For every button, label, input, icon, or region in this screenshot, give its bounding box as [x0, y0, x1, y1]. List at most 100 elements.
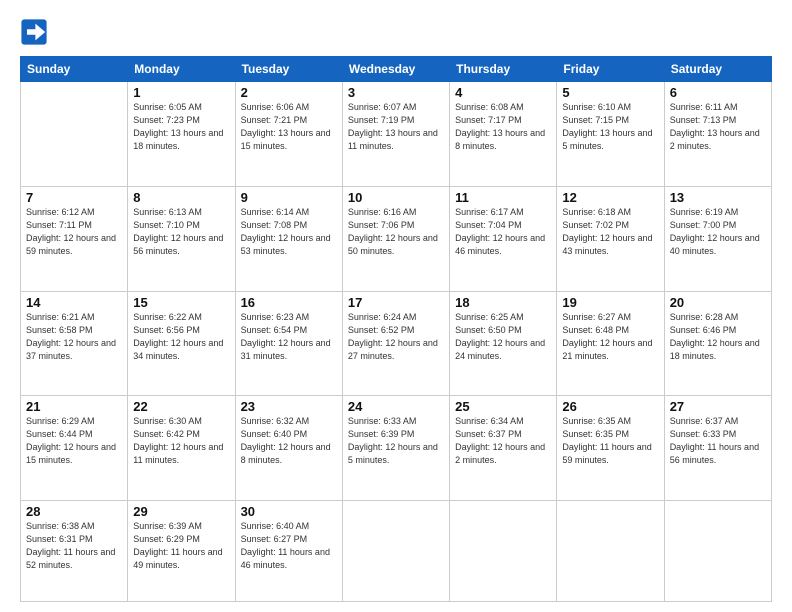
calendar-cell: 19Sunrise: 6:27 AMSunset: 6:48 PMDayligh…	[557, 291, 664, 396]
day-number: 12	[562, 190, 658, 205]
calendar-cell: 27Sunrise: 6:37 AMSunset: 6:33 PMDayligh…	[664, 396, 771, 501]
day-number: 24	[348, 399, 444, 414]
calendar-cell	[21, 82, 128, 187]
day-info: Sunrise: 6:25 AMSunset: 6:50 PMDaylight:…	[455, 311, 551, 363]
day-info: Sunrise: 6:08 AMSunset: 7:17 PMDaylight:…	[455, 101, 551, 153]
day-info: Sunrise: 6:22 AMSunset: 6:56 PMDaylight:…	[133, 311, 229, 363]
day-info: Sunrise: 6:34 AMSunset: 6:37 PMDaylight:…	[455, 415, 551, 467]
day-number: 28	[26, 504, 122, 519]
calendar-cell: 17Sunrise: 6:24 AMSunset: 6:52 PMDayligh…	[342, 291, 449, 396]
calendar-cell: 30Sunrise: 6:40 AMSunset: 6:27 PMDayligh…	[235, 501, 342, 602]
calendar-cell: 18Sunrise: 6:25 AMSunset: 6:50 PMDayligh…	[450, 291, 557, 396]
day-number: 29	[133, 504, 229, 519]
day-info: Sunrise: 6:06 AMSunset: 7:21 PMDaylight:…	[241, 101, 337, 153]
day-info: Sunrise: 6:14 AMSunset: 7:08 PMDaylight:…	[241, 206, 337, 258]
weekday-header-wednesday: Wednesday	[342, 57, 449, 82]
day-info: Sunrise: 6:39 AMSunset: 6:29 PMDaylight:…	[133, 520, 229, 572]
day-number: 19	[562, 295, 658, 310]
day-info: Sunrise: 6:05 AMSunset: 7:23 PMDaylight:…	[133, 101, 229, 153]
day-number: 5	[562, 85, 658, 100]
calendar-cell	[342, 501, 449, 602]
weekday-header-friday: Friday	[557, 57, 664, 82]
day-info: Sunrise: 6:11 AMSunset: 7:13 PMDaylight:…	[670, 101, 766, 153]
calendar-cell: 7Sunrise: 6:12 AMSunset: 7:11 PMDaylight…	[21, 186, 128, 291]
calendar-cell	[557, 501, 664, 602]
day-number: 7	[26, 190, 122, 205]
weekday-header-tuesday: Tuesday	[235, 57, 342, 82]
calendar-cell: 12Sunrise: 6:18 AMSunset: 7:02 PMDayligh…	[557, 186, 664, 291]
calendar-cell: 29Sunrise: 6:39 AMSunset: 6:29 PMDayligh…	[128, 501, 235, 602]
calendar-cell: 26Sunrise: 6:35 AMSunset: 6:35 PMDayligh…	[557, 396, 664, 501]
day-number: 26	[562, 399, 658, 414]
day-number: 8	[133, 190, 229, 205]
day-number: 11	[455, 190, 551, 205]
day-info: Sunrise: 6:35 AMSunset: 6:35 PMDaylight:…	[562, 415, 658, 467]
day-number: 23	[241, 399, 337, 414]
calendar-week-1: 1Sunrise: 6:05 AMSunset: 7:23 PMDaylight…	[21, 82, 772, 187]
calendar-cell	[450, 501, 557, 602]
calendar-week-5: 28Sunrise: 6:38 AMSunset: 6:31 PMDayligh…	[21, 501, 772, 602]
day-number: 27	[670, 399, 766, 414]
calendar-cell: 2Sunrise: 6:06 AMSunset: 7:21 PMDaylight…	[235, 82, 342, 187]
day-number: 18	[455, 295, 551, 310]
logo-icon	[20, 18, 48, 46]
day-info: Sunrise: 6:19 AMSunset: 7:00 PMDaylight:…	[670, 206, 766, 258]
weekday-header-monday: Monday	[128, 57, 235, 82]
calendar-week-4: 21Sunrise: 6:29 AMSunset: 6:44 PMDayligh…	[21, 396, 772, 501]
day-info: Sunrise: 6:16 AMSunset: 7:06 PMDaylight:…	[348, 206, 444, 258]
day-number: 20	[670, 295, 766, 310]
calendar-cell: 1Sunrise: 6:05 AMSunset: 7:23 PMDaylight…	[128, 82, 235, 187]
calendar-cell: 5Sunrise: 6:10 AMSunset: 7:15 PMDaylight…	[557, 82, 664, 187]
day-info: Sunrise: 6:17 AMSunset: 7:04 PMDaylight:…	[455, 206, 551, 258]
weekday-header-sunday: Sunday	[21, 57, 128, 82]
day-info: Sunrise: 6:24 AMSunset: 6:52 PMDaylight:…	[348, 311, 444, 363]
calendar-cell	[664, 501, 771, 602]
calendar-cell: 11Sunrise: 6:17 AMSunset: 7:04 PMDayligh…	[450, 186, 557, 291]
day-number: 22	[133, 399, 229, 414]
calendar-cell: 3Sunrise: 6:07 AMSunset: 7:19 PMDaylight…	[342, 82, 449, 187]
weekday-header-saturday: Saturday	[664, 57, 771, 82]
page: SundayMondayTuesdayWednesdayThursdayFrid…	[0, 0, 792, 612]
day-info: Sunrise: 6:28 AMSunset: 6:46 PMDaylight:…	[670, 311, 766, 363]
calendar-table: SundayMondayTuesdayWednesdayThursdayFrid…	[20, 56, 772, 602]
calendar-cell: 6Sunrise: 6:11 AMSunset: 7:13 PMDaylight…	[664, 82, 771, 187]
calendar-cell: 10Sunrise: 6:16 AMSunset: 7:06 PMDayligh…	[342, 186, 449, 291]
calendar-cell: 24Sunrise: 6:33 AMSunset: 6:39 PMDayligh…	[342, 396, 449, 501]
calendar-cell: 25Sunrise: 6:34 AMSunset: 6:37 PMDayligh…	[450, 396, 557, 501]
calendar-cell: 15Sunrise: 6:22 AMSunset: 6:56 PMDayligh…	[128, 291, 235, 396]
day-info: Sunrise: 6:07 AMSunset: 7:19 PMDaylight:…	[348, 101, 444, 153]
day-number: 25	[455, 399, 551, 414]
calendar-cell: 21Sunrise: 6:29 AMSunset: 6:44 PMDayligh…	[21, 396, 128, 501]
header	[20, 18, 772, 46]
day-info: Sunrise: 6:13 AMSunset: 7:10 PMDaylight:…	[133, 206, 229, 258]
calendar-cell: 22Sunrise: 6:30 AMSunset: 6:42 PMDayligh…	[128, 396, 235, 501]
calendar-cell: 4Sunrise: 6:08 AMSunset: 7:17 PMDaylight…	[450, 82, 557, 187]
day-number: 21	[26, 399, 122, 414]
day-number: 13	[670, 190, 766, 205]
day-info: Sunrise: 6:38 AMSunset: 6:31 PMDaylight:…	[26, 520, 122, 572]
calendar-week-2: 7Sunrise: 6:12 AMSunset: 7:11 PMDaylight…	[21, 186, 772, 291]
weekday-header-thursday: Thursday	[450, 57, 557, 82]
calendar-cell: 28Sunrise: 6:38 AMSunset: 6:31 PMDayligh…	[21, 501, 128, 602]
day-info: Sunrise: 6:18 AMSunset: 7:02 PMDaylight:…	[562, 206, 658, 258]
day-number: 2	[241, 85, 337, 100]
day-number: 14	[26, 295, 122, 310]
day-number: 6	[670, 85, 766, 100]
day-info: Sunrise: 6:23 AMSunset: 6:54 PMDaylight:…	[241, 311, 337, 363]
day-number: 30	[241, 504, 337, 519]
day-number: 3	[348, 85, 444, 100]
day-info: Sunrise: 6:40 AMSunset: 6:27 PMDaylight:…	[241, 520, 337, 572]
day-info: Sunrise: 6:12 AMSunset: 7:11 PMDaylight:…	[26, 206, 122, 258]
calendar-cell: 9Sunrise: 6:14 AMSunset: 7:08 PMDaylight…	[235, 186, 342, 291]
calendar-cell: 13Sunrise: 6:19 AMSunset: 7:00 PMDayligh…	[664, 186, 771, 291]
day-info: Sunrise: 6:27 AMSunset: 6:48 PMDaylight:…	[562, 311, 658, 363]
day-info: Sunrise: 6:30 AMSunset: 6:42 PMDaylight:…	[133, 415, 229, 467]
calendar-cell: 14Sunrise: 6:21 AMSunset: 6:58 PMDayligh…	[21, 291, 128, 396]
weekday-header-row: SundayMondayTuesdayWednesdayThursdayFrid…	[21, 57, 772, 82]
day-info: Sunrise: 6:29 AMSunset: 6:44 PMDaylight:…	[26, 415, 122, 467]
day-info: Sunrise: 6:21 AMSunset: 6:58 PMDaylight:…	[26, 311, 122, 363]
day-number: 17	[348, 295, 444, 310]
calendar-week-3: 14Sunrise: 6:21 AMSunset: 6:58 PMDayligh…	[21, 291, 772, 396]
day-number: 15	[133, 295, 229, 310]
calendar-cell: 23Sunrise: 6:32 AMSunset: 6:40 PMDayligh…	[235, 396, 342, 501]
